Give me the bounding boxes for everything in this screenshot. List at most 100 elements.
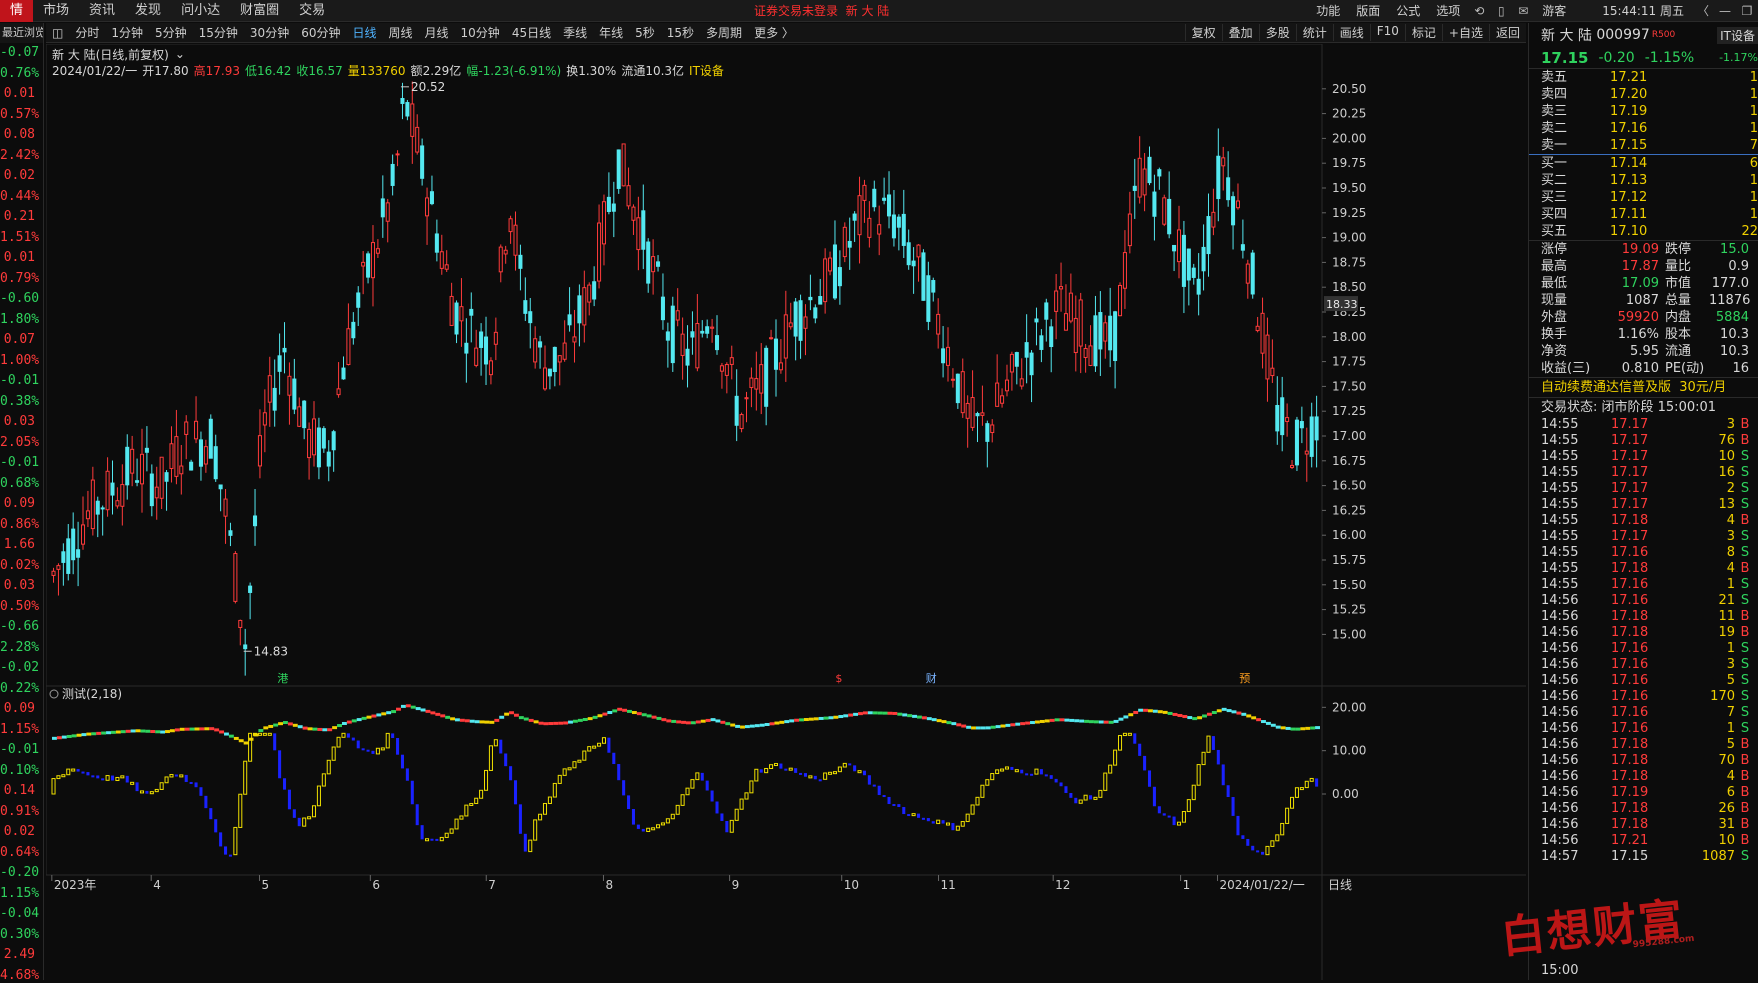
recent-value[interactable]: 2.42%	[0, 146, 43, 167]
phone-icon[interactable]: ▯	[1490, 4, 1512, 18]
bid-row[interactable]: 买三 17.12 1	[1541, 189, 1758, 206]
recent-value[interactable]: -0.07	[0, 43, 43, 64]
bid-row[interactable]: 买五 17.10 22	[1541, 223, 1758, 240]
guest-user[interactable]: 游客	[1534, 2, 1594, 19]
period-tab[interactable]: 多周期	[700, 24, 748, 41]
recent-value[interactable]: 0.57%	[0, 105, 43, 126]
recent-value[interactable]: 1.15%	[0, 720, 43, 741]
recent-value[interactable]: 0.14	[0, 781, 43, 802]
period-tab[interactable]: 5分钟	[149, 24, 193, 41]
recent-value[interactable]: 0.09	[0, 699, 43, 720]
recent-value[interactable]: 1.51%	[0, 228, 43, 249]
recent-value[interactable]: 0.10%	[0, 761, 43, 782]
login-status[interactable]: 证券交易未登录 新 大 陆	[754, 2, 889, 19]
recent-value[interactable]: -0.60	[0, 289, 43, 310]
recent-value[interactable]: -0.20	[0, 863, 43, 884]
period-tab[interactable]: 45日线	[506, 24, 557, 41]
period-tab[interactable]: 分时	[69, 24, 105, 41]
recent-value[interactable]: 0.91%	[0, 802, 43, 823]
recent-value[interactable]: 0.08	[0, 125, 43, 146]
restore-icon[interactable]: ❐	[1736, 4, 1758, 18]
menu-quotes[interactable]: 情	[0, 0, 34, 22]
recent-value[interactable]: 0.79%	[0, 269, 43, 290]
recent-value[interactable]: 0.38%	[0, 392, 43, 413]
recent-value[interactable]: 4.68%	[0, 966, 43, 981]
menu-options[interactable]: 选项	[1428, 2, 1468, 19]
period-tab[interactable]: 月线	[419, 24, 455, 41]
recent-value[interactable]: -0.66	[0, 617, 43, 638]
period-tab[interactable]: 15秒	[661, 24, 700, 41]
kline-chart-svg[interactable]: 20.50 20.25 20.00 19.75 19.50 19.25 19.00 18.75…	[45, 43, 1526, 980]
ask-row[interactable]: 卖二 17.16 1	[1541, 120, 1758, 137]
menu-market[interactable]: 市场	[33, 0, 79, 22]
ask-row[interactable]: 卖四 17.20 1	[1541, 86, 1758, 103]
period-tab[interactable]: 10分钟	[455, 24, 506, 41]
recent-value[interactable]: -0.04	[0, 904, 43, 925]
recent-value[interactable]: 2.05%	[0, 433, 43, 454]
ask-row[interactable]: 卖一 17.15 7	[1541, 137, 1758, 154]
recent-value[interactable]: -0.01	[0, 453, 43, 474]
recent-value[interactable]: 0.01	[0, 84, 43, 105]
recent-value[interactable]: 2.28%	[0, 638, 43, 659]
menu-function[interactable]: 功能	[1308, 2, 1348, 19]
ask-row[interactable]: 卖三 17.19 1	[1541, 103, 1758, 120]
recent-value[interactable]: -0.02	[0, 658, 43, 679]
period-tab[interactable]: 周线	[383, 24, 419, 41]
recent-value[interactable]: 0.01	[0, 248, 43, 269]
recent-value[interactable]: 0.30%	[0, 925, 43, 946]
chart-tool-button[interactable]: F10	[1369, 24, 1405, 41]
period-tab[interactable]: 更多 〉	[748, 24, 800, 41]
menu-news[interactable]: 资讯	[79, 0, 125, 22]
recent-value[interactable]: 0.07	[0, 330, 43, 351]
recent-value[interactable]: 1.80%	[0, 310, 43, 331]
menu-wealth-circle[interactable]: 财富圈	[230, 0, 289, 22]
chart-tool-button[interactable]: 标记	[1404, 24, 1442, 41]
recent-value[interactable]: 0.09	[0, 494, 43, 515]
mail-icon[interactable]: ✉	[1512, 4, 1534, 18]
recent-value[interactable]: 0.22%	[0, 679, 43, 700]
chart-tool-button[interactable]: 统计	[1295, 24, 1333, 41]
period-tab[interactable]: 年线	[593, 24, 629, 41]
chart-title[interactable]: 新 大 陆(日线,前复权)	[52, 46, 169, 63]
chart-tool-button[interactable]: 画线	[1332, 24, 1370, 41]
chart-tool-button[interactable]: 返回	[1488, 24, 1526, 41]
chart-tool-button[interactable]: +自选	[1441, 24, 1489, 41]
recent-value[interactable]: 0.76%	[0, 64, 43, 85]
period-tab[interactable]: 日线	[346, 24, 382, 41]
period-tab[interactable]: 60分钟	[295, 24, 346, 41]
kline-chart-area[interactable]: 20.50 20.25 20.00 19.75 19.50 19.25 19.00 18.75…	[45, 43, 1526, 980]
menu-ask[interactable]: 问小达	[171, 0, 230, 22]
recent-value[interactable]: 0.03	[0, 412, 43, 433]
recent-value[interactable]: -0.01	[0, 740, 43, 761]
chart-tool-button[interactable]: 多股	[1258, 24, 1296, 41]
chart-tool-button[interactable]: 叠加	[1221, 24, 1259, 41]
recent-value[interactable]: 1.66	[0, 535, 43, 556]
recent-value[interactable]: 1.15%	[0, 884, 43, 905]
recent-value[interactable]: 0.02%	[0, 556, 43, 577]
tick-list[interactable]: 14:55 17.17 3 B 14:55 17.17 76 B 14:55 17.17 10 S 14…	[1529, 417, 1758, 865]
recent-value[interactable]: 0.02	[0, 166, 43, 187]
bid-row[interactable]: 买二 17.13 1	[1541, 172, 1758, 189]
recent-value[interactable]: 0.64%	[0, 843, 43, 864]
promo-banner[interactable]: 自动续费通达信普及版 30元/月	[1529, 377, 1758, 397]
panel-toggle-icon[interactable]: ◫	[46, 26, 69, 40]
refresh-icon[interactable]: ⟲	[1468, 4, 1490, 18]
chart-tool-button[interactable]: 复权	[1184, 24, 1222, 41]
menu-formula[interactable]: 公式	[1388, 2, 1428, 19]
period-tab[interactable]: 季线	[557, 24, 593, 41]
bid-row[interactable]: 买四 17.11 1	[1541, 206, 1758, 223]
recent-value[interactable]: 0.02	[0, 822, 43, 843]
recent-value[interactable]: 0.68%	[0, 474, 43, 495]
period-tab[interactable]: 5秒	[629, 24, 661, 41]
recent-browse-header[interactable]: 最近浏览	[0, 23, 43, 43]
recent-value[interactable]: 0.86%	[0, 515, 43, 536]
recent-value[interactable]: 1.00%	[0, 351, 43, 372]
bid-row[interactable]: 买一 17.14 6	[1541, 155, 1758, 172]
minimize-icon[interactable]: —	[1714, 4, 1736, 18]
recent-value[interactable]: -0.01	[0, 371, 43, 392]
menu-trade[interactable]: 交易	[289, 0, 335, 22]
recent-value[interactable]: 0.50%	[0, 597, 43, 618]
chevron-down-icon[interactable]: ⌄	[175, 47, 185, 61]
recent-value[interactable]: 0.03	[0, 576, 43, 597]
period-tab[interactable]: 1分钟	[105, 24, 149, 41]
